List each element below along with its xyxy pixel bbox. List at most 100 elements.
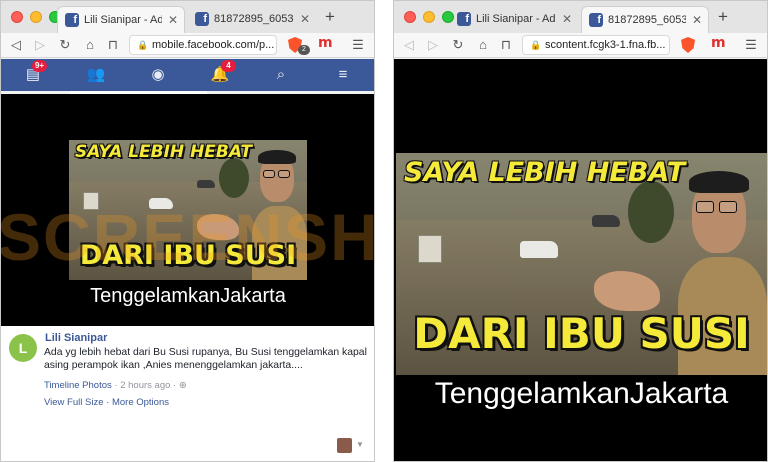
meme-car [520, 241, 558, 258]
meme-glasses-left [696, 201, 714, 213]
browser-window-image-view: f Lili Sianipar - Ada yg lebih hebat ✕ f… [393, 0, 768, 462]
meme-dark-car [592, 215, 620, 227]
desktop: f Lili Sianipar - Ada yg lebih hebat ✕ f… [0, 0, 768, 462]
meme-tree [628, 181, 674, 243]
forward-icon[interactable]: ▷ [31, 36, 49, 54]
friends-button[interactable]: 👥 [85, 64, 107, 86]
close-tab-icon[interactable]: ✕ [692, 7, 702, 33]
tab-bar: f Lili Sianipar - Ada yg lebih hebat ✕ f… [394, 1, 767, 33]
close-tab-icon[interactable]: ✕ [562, 6, 572, 33]
post-actions: View Full Size · More Options [44, 397, 169, 408]
messenger-icon: ◉ [151, 66, 165, 83]
meme-glasses-right [278, 170, 290, 178]
post-photo[interactable]: SAYA LEBIH HEBAT DARI IBU SUSI Tenggelam… [1, 94, 374, 326]
minimize-window-button[interactable] [423, 11, 435, 23]
meme-caption: TenggelamkanJakarta [434, 377, 729, 410]
extension-m-icon[interactable]: m [318, 35, 333, 51]
bookmark-icon[interactable]: ⊓ [497, 36, 515, 54]
post-author[interactable]: Lili Sianipar [45, 332, 107, 344]
facebook-icon: f [457, 12, 471, 26]
feed-badge: 9+ [32, 60, 47, 72]
post-meta: Timeline Photos · 2 hours ago · ⊕ [44, 380, 187, 391]
author-avatar[interactable]: L [9, 334, 37, 362]
post-text: Ada yg lebih hebat dari Bu Susi rupanya,… [44, 347, 367, 371]
meme-glasses-right [719, 201, 737, 213]
back-icon[interactable]: ◁ [400, 36, 418, 54]
close-window-button[interactable] [11, 11, 23, 23]
public-globe-icon: ⊕ [178, 380, 187, 391]
tab-title: 81872895_60530399 [214, 13, 294, 25]
tab-bar: f Lili Sianipar - Ada yg lebih hebat ✕ f… [1, 1, 374, 33]
bookmark-icon[interactable]: ⊓ [104, 36, 122, 54]
minimize-window-button[interactable] [30, 11, 42, 23]
shield-blocked-count: 2 [298, 45, 310, 55]
post-time: · 2 hours ago · [114, 380, 177, 391]
reload-icon[interactable]: ↻ [56, 36, 74, 54]
meme-caption: TenggelamkanJakarta [90, 285, 286, 307]
search-button[interactable]: ⌕ [270, 64, 292, 86]
tab-lili-sianipar-post[interactable]: f Lili Sianipar - Ada yg lebih hebat ✕ [57, 6, 185, 33]
lock-icon: 🔒 [530, 40, 542, 50]
view-full-size-link[interactable]: View Full Size [44, 397, 104, 408]
extension-m-icon[interactable]: m [711, 35, 726, 51]
meme-top-text: SAYA LEBIH HEBAT [404, 157, 686, 188]
lock-icon: 🔒 [137, 40, 149, 50]
home-icon[interactable]: ⌂ [474, 36, 492, 54]
meme-image: SAYA LEBIH HEBAT DARI IBU SUSI [69, 140, 307, 280]
browser-menu-icon[interactable]: ☰ [742, 36, 760, 54]
search-icon: ⌕ [276, 66, 286, 83]
facebook-icon: f [195, 12, 209, 26]
menu-icon: ≡ [338, 66, 348, 83]
meme-image-full: SAYA LEBIH HEBAT DARI IBU SUSI [396, 153, 767, 375]
profile-thumbnail[interactable] [337, 438, 352, 453]
meme-glasses-left [263, 170, 275, 178]
action-separator: · [106, 397, 110, 408]
caret-down-icon[interactable]: ▼ [356, 440, 364, 449]
tab-title: Lili Sianipar - Ada yg lebih hebat [476, 13, 556, 25]
tab-title: Lili Sianipar - Ada yg lebih hebat [84, 14, 162, 26]
meme-big-text: DARI IBU SUSI [413, 309, 750, 358]
tab-image-file[interactable]: f 81872895_60530399 ✕ [581, 6, 709, 33]
back-icon[interactable]: ◁ [7, 36, 25, 54]
close-window-button[interactable] [404, 11, 416, 23]
browser-menu-icon[interactable]: ☰ [349, 36, 367, 54]
more-options-link[interactable]: More Options [112, 397, 169, 408]
meme-car [149, 198, 173, 209]
browser-toolbar: ◁ ▷ ↻ ⌂ ⊓ 🔒 scontent.fcgk3-1.fna.fb... m… [394, 33, 767, 58]
timeline-photos-link[interactable]: Timeline Photos [44, 380, 112, 391]
browser-window-facebook-post: f Lili Sianipar - Ada yg lebih hebat ✕ f… [0, 0, 375, 462]
post-card: L Lili Sianipar Ada yg lebih hebat dari … [1, 326, 374, 461]
new-tab-button[interactable]: + [712, 6, 734, 28]
brave-shield-icon[interactable] [681, 37, 695, 53]
home-icon[interactable]: ⌂ [81, 36, 99, 54]
tab-lili-sianipar-post[interactable]: f Lili Sianipar - Ada yg lebih hebat ✕ [450, 6, 578, 33]
meme-guard-booth [418, 235, 442, 263]
address-bar[interactable]: 🔒 mobile.facebook.com/p... [129, 35, 277, 55]
address-bar[interactable]: 🔒 scontent.fcgk3-1.fna.fb... [522, 35, 670, 55]
meme-top-text: SAYA LEBIH HEBAT [75, 142, 253, 162]
facebook-nav-bar: ▤ 9+ 👥 ◉ 🔔 4 ⌕ ≡ [1, 59, 374, 91]
close-tab-icon[interactable]: ✕ [300, 6, 310, 33]
tab-title: 81872895_60530399 [608, 14, 686, 26]
page-viewport: ▤ 9+ 👥 ◉ 🔔 4 ⌕ ≡ SAYA LEBIH HEBAT DARI I… [1, 59, 374, 461]
notifications-button[interactable]: 🔔 4 [209, 60, 236, 86]
reload-icon[interactable]: ↻ [449, 36, 467, 54]
address-text: mobile.facebook.com/p... [152, 39, 275, 51]
facebook-icon: f [65, 13, 79, 27]
close-tab-icon[interactable]: ✕ [168, 7, 178, 33]
forward-icon[interactable]: ▷ [424, 36, 442, 54]
address-text: scontent.fcgk3-1.fna.fb... [545, 39, 666, 51]
meme-guard-booth [83, 192, 99, 210]
notifications-badge: 4 [221, 60, 236, 72]
friends-icon: 👥 [86, 66, 106, 83]
messenger-button[interactable]: ◉ [147, 64, 169, 86]
browser-toolbar: ◁ ▷ ↻ ⌂ ⊓ 🔒 mobile.facebook.com/p... 2 m… [1, 33, 374, 58]
image-viewport: SAYA LEBIH HEBAT DARI IBU SUSI Tenggelam… [394, 59, 767, 461]
tab-image-file[interactable]: f 81872895_60530399 ✕ [188, 6, 316, 33]
meme-tree [219, 158, 249, 198]
menu-button[interactable]: ≡ [332, 64, 354, 86]
meme-big-text: DARI IBU SUSI [79, 240, 297, 271]
news-feed-button[interactable]: ▤ 9+ [22, 60, 47, 86]
meme-dark-car [197, 180, 215, 188]
new-tab-button[interactable]: + [319, 6, 341, 28]
